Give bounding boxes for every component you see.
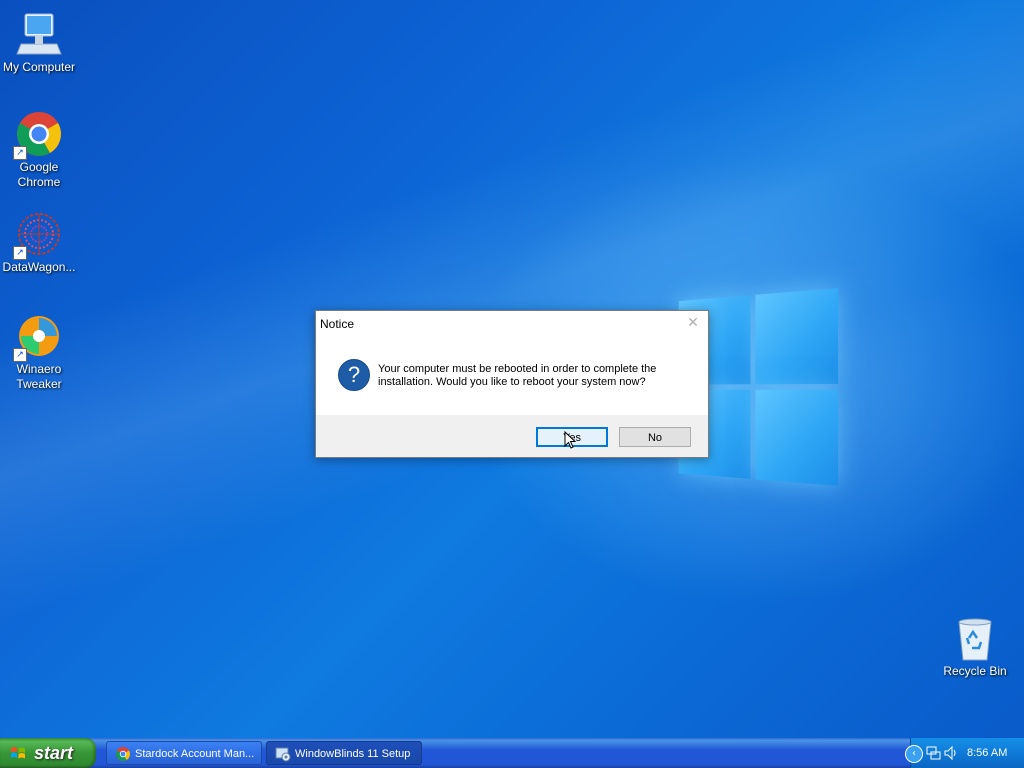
windows-flag-icon <box>11 747 25 759</box>
question-icon: ? <box>338 359 370 391</box>
desktop-icon-google-chrome[interactable]: ↗ Google Chrome <box>0 110 78 190</box>
desktop-icon-recycle-bin[interactable]: Recycle Bin <box>936 614 1014 679</box>
shortcut-arrow-icon: ↗ <box>13 146 27 160</box>
recycle-bin-icon <box>951 614 999 662</box>
desktop-icon-winaero-tweaker[interactable]: ↗ Winaero Tweaker <box>0 312 78 392</box>
dialog-title: Notice <box>320 317 355 331</box>
no-button[interactable]: No <box>619 427 691 447</box>
network-icon[interactable] <box>925 745 941 761</box>
desktop-icon-my-computer[interactable]: My Computer <box>0 10 78 75</box>
mouse-cursor-icon <box>564 431 576 449</box>
winaero-icon: ↗ <box>13 312 63 362</box>
system-tray: ‹ 8:56 AM <box>905 738 1024 768</box>
chrome-icon <box>116 747 130 761</box>
shortcut-arrow-icon: ↗ <box>13 348 27 362</box>
setup-icon <box>275 747 291 762</box>
taskbar-item-label: WindowBlinds 11 Setup <box>295 748 411 760</box>
taskbar: start Stardock Account Man... WindowBlin… <box>0 738 1024 768</box>
shortcut-arrow-icon: ↗ <box>13 246 27 260</box>
desktop-icon-label: DataWagon... <box>2 260 76 274</box>
volume-icon[interactable] <box>943 745 959 761</box>
start-button[interactable]: start <box>0 738 96 768</box>
dialog-button-bar: Yes No <box>316 415 708 457</box>
close-icon[interactable]: ✕ <box>686 315 700 329</box>
desktop-icon-label: Google Chrome <box>17 160 61 189</box>
dialog-message: Your computer must be rebooted in order … <box>378 363 657 388</box>
taskbar-item-label: Stardock Account Man... <box>135 748 255 760</box>
notice-dialog: Notice ✕ ? Your computer must be reboote… <box>315 310 709 458</box>
clock[interactable]: 8:56 AM <box>967 738 1007 768</box>
desktop-icon-label: Recycle Bin <box>943 664 1007 678</box>
desktop-icon-datawagon[interactable]: ↗ DataWagon... <box>0 210 78 275</box>
taskbar-item-windowblinds-setup[interactable]: WindowBlinds 11 Setup <box>266 741 422 765</box>
taskbar-item-stardock[interactable]: Stardock Account Man... <box>106 741 262 765</box>
monitor-icon <box>15 10 63 58</box>
datawagon-icon: ↗ <box>13 210 63 260</box>
desktop-icon-label: Winaero Tweaker <box>16 362 62 391</box>
chevron-left-icon[interactable]: ‹ <box>905 745 923 763</box>
desktop-icon-label: My Computer <box>2 60 76 74</box>
chrome-icon: ↗ <box>13 110 63 160</box>
start-label: start <box>34 743 74 763</box>
